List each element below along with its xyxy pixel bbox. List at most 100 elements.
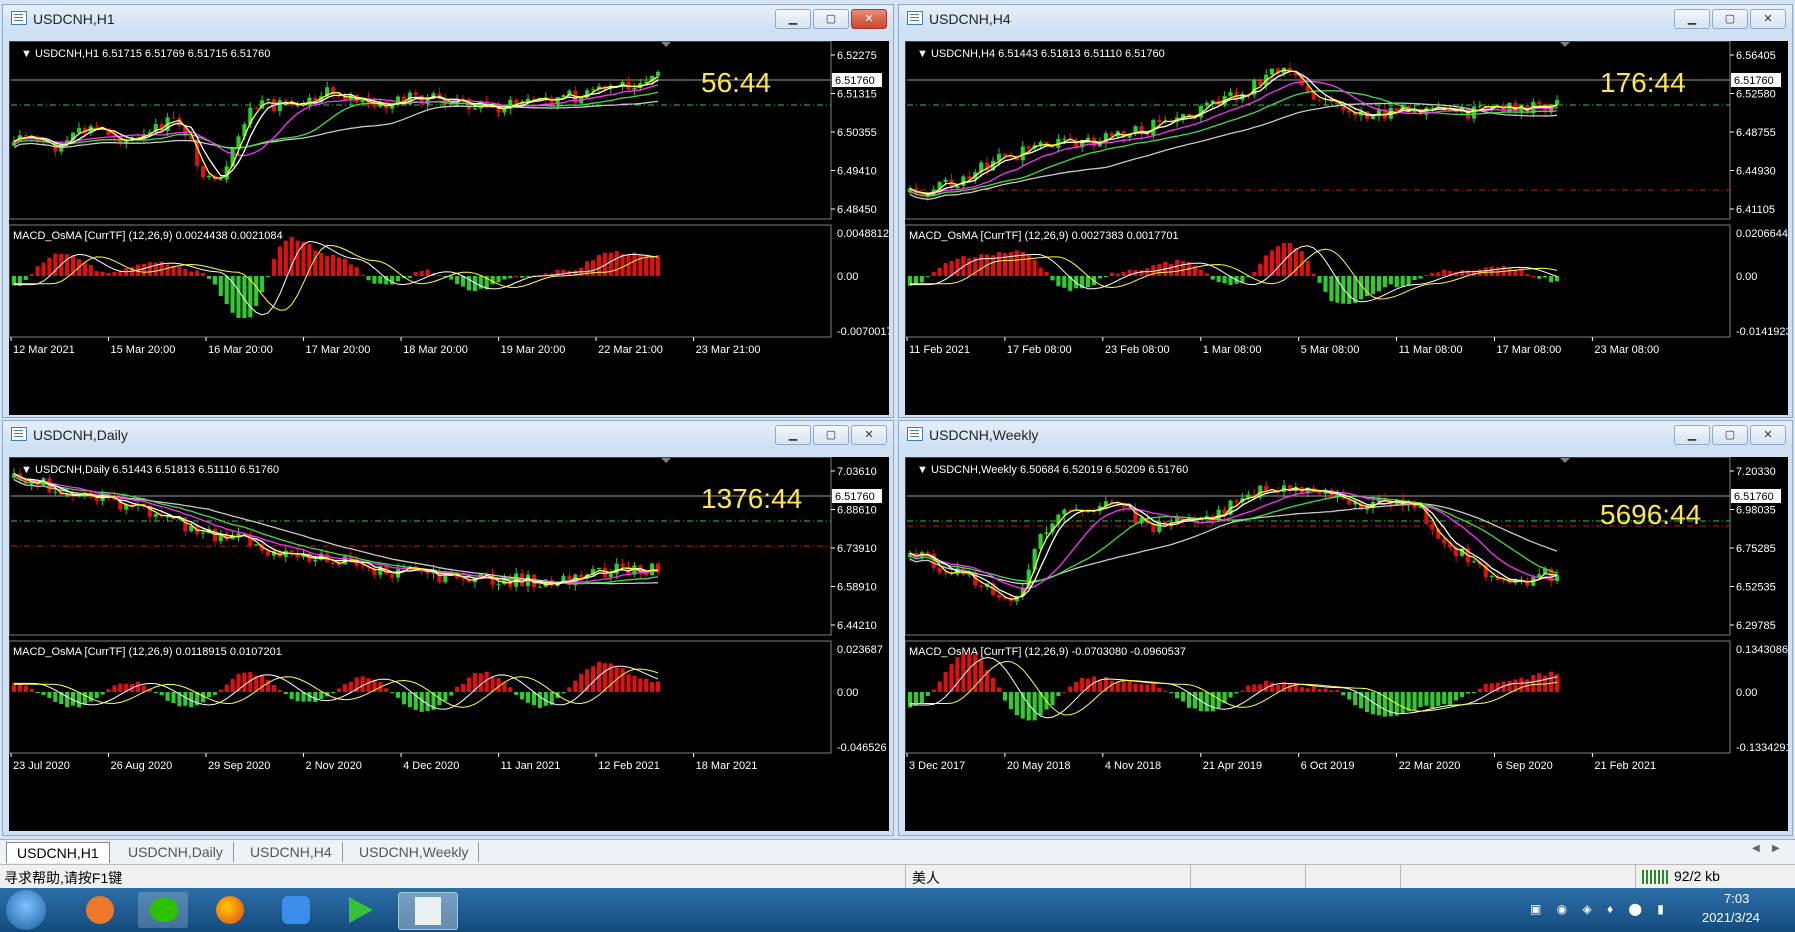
tab-usdcnh-h1[interactable]: USDCNH,H1 <box>6 842 110 863</box>
candle-body <box>460 578 466 580</box>
macd-histogram-bar <box>925 692 930 696</box>
candle-body <box>1471 561 1477 563</box>
ma-line-yellow <box>13 473 659 586</box>
chart-canvas[interactable]: ▼ USDCNH,H1 6.51715 6.51769 6.51715 6.51… <box>9 41 889 415</box>
candle-body <box>1394 107 1399 111</box>
macd-axis-label: 0.00 <box>837 687 858 699</box>
current-price-label: 6.51760 <box>835 75 875 87</box>
candle-body <box>254 107 259 109</box>
macd-histogram-bar <box>1264 255 1269 276</box>
window-titlebar[interactable]: USDCNH,H4 ▁ ▢ ✕ <box>899 5 1792 33</box>
maximize-button[interactable]: ▢ <box>1712 425 1748 445</box>
macd-histogram-bar <box>1175 692 1180 699</box>
macd-histogram-bar <box>644 678 649 692</box>
macd-histogram-bar <box>1264 680 1269 692</box>
candle-body <box>496 584 501 586</box>
status-help-text: 寻求帮助,请按F1键 <box>4 870 123 886</box>
close-button[interactable]: ✕ <box>1750 425 1786 445</box>
chart-window-h4[interactable]: USDCNH,H4 ▁ ▢ ✕ ▼ USDCNH,H4 6.51443 6.51… <box>898 4 1793 418</box>
candle-body <box>153 513 158 517</box>
chart-canvas[interactable]: ▼ USDCNH,Weekly 6.50684 6.52019 6.50209 … <box>905 457 1788 831</box>
macd-histogram-bar <box>395 692 401 698</box>
candle-body <box>1032 549 1037 570</box>
macd-histogram-bar <box>53 692 58 702</box>
macd-histogram-bar <box>1234 692 1239 694</box>
start-button[interactable] <box>6 890 46 930</box>
date-axis-label: 21 Apr 2019 <box>1203 760 1262 772</box>
taskbar-wechat-icon[interactable] <box>138 892 188 928</box>
status-profile[interactable]: 美人 <box>912 868 940 888</box>
macd-histogram-bar <box>165 264 170 276</box>
minimize-button[interactable]: ▁ <box>775 425 811 445</box>
maximize-button[interactable]: ▢ <box>813 9 849 29</box>
taskbar-app-blue-icon[interactable] <box>270 892 320 928</box>
window-titlebar[interactable]: USDCNH,Weekly ▁ ▢ ✕ <box>899 421 1792 449</box>
taskbar-firefox-icon[interactable] <box>205 892 255 928</box>
window-titlebar[interactable]: USDCNH,H1 ▁ ▢ ✕ <box>3 5 893 33</box>
macd-histogram-bar <box>1483 683 1488 692</box>
chart-tab-bar: USDCNH,H1 USDCNH,Daily USDCNH,H4 USDCNH,… <box>0 839 1795 864</box>
macd-histogram-bar <box>1471 692 1477 694</box>
minimize-button[interactable]: ▁ <box>1674 425 1710 445</box>
macd-histogram-bar <box>455 276 460 285</box>
macd-histogram-bar <box>218 276 223 296</box>
macd-histogram-bar <box>449 692 454 696</box>
macd-histogram-bar <box>254 276 259 306</box>
close-button[interactable]: ✕ <box>851 9 887 29</box>
minimize-button[interactable]: ▁ <box>775 9 811 29</box>
macd-histogram-bar <box>937 681 942 692</box>
tab-scroll-right-icon[interactable]: ▶ <box>1772 843 1780 854</box>
status-bar: 寻求帮助,请按F1键 美人 92/2 kb <box>0 864 1795 889</box>
macd-histogram-bar <box>1068 686 1073 692</box>
candle-body <box>961 176 966 186</box>
date-axis-label: 11 Jan 2021 <box>501 760 561 772</box>
price-axis-label: 6.51315 <box>837 89 877 101</box>
chart-window-weekly[interactable]: USDCNH,Weekly ▁ ▢ ✕ ▼ USDCNH,Weekly 6.50… <box>898 420 1793 836</box>
tray-date[interactable]: 2021/3/24 <box>1702 910 1760 925</box>
macd-histogram-bar <box>1305 261 1310 276</box>
date-axis-label: 5 Mar 08:00 <box>1301 344 1360 356</box>
maximize-button[interactable]: ▢ <box>813 425 849 445</box>
macd-histogram-bar <box>1222 276 1227 284</box>
tab-usdcnh-daily[interactable]: USDCNH,Daily <box>118 842 234 862</box>
candle-body <box>596 567 602 570</box>
tab-usdcnh-weekly[interactable]: USDCNH,Weekly <box>349 842 480 862</box>
macd-histogram-bar <box>1329 690 1334 692</box>
connection-bars-icon <box>1642 870 1668 884</box>
tray-time[interactable]: 7:03 <box>1724 891 1749 906</box>
macd-histogram-bar <box>277 689 282 692</box>
macd-histogram-bar <box>336 257 342 276</box>
chart-canvas[interactable]: ▼ USDCNH,H4 6.51443 6.51813 6.51110 6.51… <box>905 41 1788 415</box>
macd-histogram-bar <box>1412 692 1417 711</box>
chart-window-daily[interactable]: USDCNH,Daily ▁ ▢ ✕ ▼ USDCNH,Daily 6.5144… <box>2 420 894 836</box>
tray-icons[interactable]: ▣ ◉ ◈ ♦ ⬤ ▮ <box>1530 902 1670 916</box>
macd-histogram-bar <box>94 692 99 699</box>
macd-histogram-bar <box>1180 260 1186 276</box>
macd-histogram-bar <box>313 692 318 703</box>
macd-histogram-bar <box>1180 692 1186 702</box>
tab-scroll-left-icon[interactable]: ◀ <box>1752 843 1760 854</box>
macd-histogram-bar <box>919 692 924 703</box>
close-button[interactable]: ✕ <box>1750 9 1786 29</box>
macd-histogram-bar <box>1311 686 1316 692</box>
macd-histogram-bar <box>913 692 918 705</box>
chart-window-h1[interactable]: USDCNH,H1 ▁ ▢ ✕ ▼ USDCNH,H1 6.51715 6.51… <box>2 4 894 418</box>
close-button[interactable]: ✕ <box>851 425 887 445</box>
macd-histogram-bar <box>1531 675 1536 692</box>
macd-histogram-bar <box>1169 263 1174 276</box>
main-pane-frame <box>905 457 1731 636</box>
maximize-button[interactable]: ▢ <box>1712 9 1748 29</box>
window-titlebar[interactable]: USDCNH,Daily ▁ ▢ ✕ <box>3 421 893 449</box>
candle-body <box>200 165 206 178</box>
tab-usdcnh-h4[interactable]: USDCNH,H4 <box>240 842 343 862</box>
macd-histogram-bar <box>1240 690 1245 692</box>
macd-histogram-bar <box>206 692 212 698</box>
chart-canvas[interactable]: ▼ USDCNH,Daily 6.51443 6.51813 6.51110 6… <box>9 457 889 831</box>
macd-histogram-bar <box>496 276 501 283</box>
taskbar-app-orange-icon[interactable] <box>74 892 124 928</box>
taskbar-player-icon[interactable] <box>335 892 385 928</box>
taskbar-mt4-icon[interactable] <box>398 892 458 930</box>
date-axis-label: 12 Feb 2021 <box>598 760 660 772</box>
minimize-button[interactable]: ▁ <box>1674 9 1710 29</box>
macd-header: MACD_OsMA [CurrTF] (12,26,9) -0.0703080 … <box>909 646 1186 658</box>
